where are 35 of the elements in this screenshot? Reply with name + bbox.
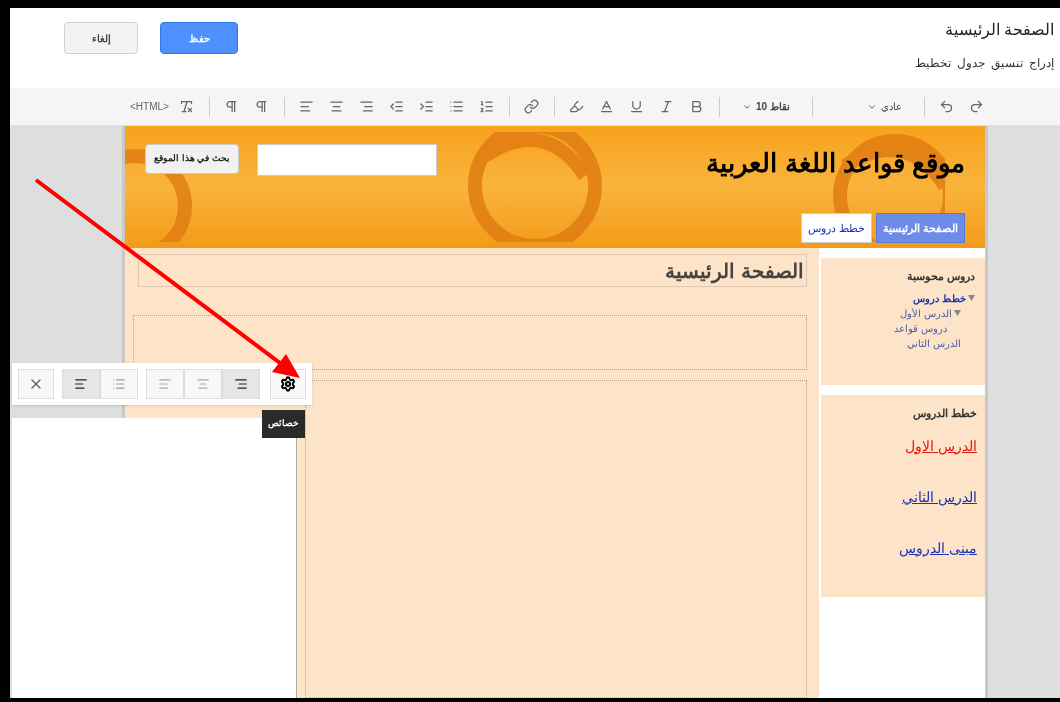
align-center-icon (196, 377, 210, 391)
tree-item[interactable]: دروس قواعد (894, 320, 947, 336)
html-button[interactable]: <HTML> (130, 99, 169, 114)
triangle-icon[interactable] (954, 310, 961, 316)
tree-item[interactable]: خطط دروس (913, 290, 966, 306)
triangle-icon[interactable] (968, 295, 975, 301)
tree-item[interactable]: الدرس الثاني (907, 335, 961, 351)
page-heading: الصفحة الرئيسية (665, 258, 804, 286)
sidebar-heading: خطط الدروس (911, 406, 977, 422)
sidebar-heading: دروس محوسبة (905, 269, 975, 285)
close-button[interactable] (18, 369, 54, 399)
menu-item[interactable]: تنسيق (991, 54, 1023, 72)
nav-tab[interactable]: خطط دروس (800, 213, 872, 243)
align-right-icon (234, 377, 248, 391)
align-left-icon (158, 377, 172, 391)
lesson-link[interactable]: مبنى الدروس (829, 537, 977, 559)
tooltip: خصائص (262, 410, 305, 438)
lesson-link[interactable]: الدرس الاول (829, 435, 977, 457)
site-title: موقع قواعد اللغة العربية (706, 147, 965, 181)
menu-item[interactable]: جدول (957, 54, 985, 72)
wrap-text-icon (112, 377, 126, 391)
cancel-button[interactable]: إلغاء (64, 22, 138, 54)
menu-item[interactable]: إدراج (1029, 54, 1054, 72)
page-title: الصفحة الرئيسية (944, 20, 1054, 41)
menu-item[interactable]: تخطيط (915, 54, 951, 72)
paragraph-style-dropdown[interactable]: عادي (854, 99, 914, 114)
wrap-option-button[interactable] (62, 369, 100, 399)
lesson-link[interactable]: الدرس الثاني (829, 486, 977, 508)
inline-image-icon (74, 377, 88, 391)
font-size-dropdown[interactable]: 10 نقاط (729, 99, 802, 114)
align-option-button[interactable] (222, 369, 260, 399)
search-field[interactable] (256, 144, 437, 176)
tree-item[interactable]: الدرس الأول (900, 305, 952, 321)
settings-icon (280, 376, 296, 392)
search-button[interactable]: بحث في هذا الموقع (145, 144, 239, 174)
